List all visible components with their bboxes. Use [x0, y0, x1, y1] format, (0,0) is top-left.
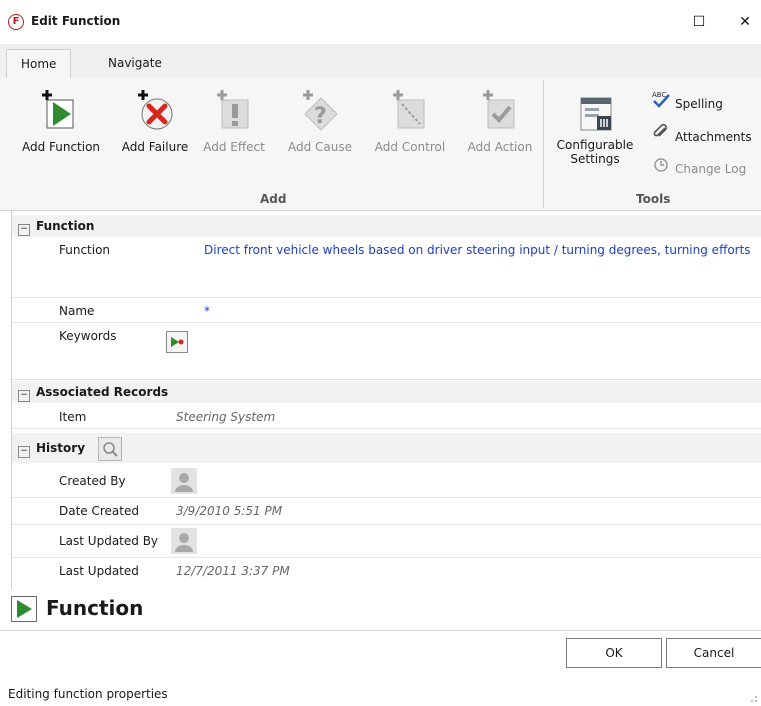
add-action-label: Add Action — [467, 140, 533, 154]
function-section-title: Function — [36, 219, 95, 233]
ribbon-tabs: Home Navigate — [0, 44, 761, 79]
configurable-settings-icon — [575, 88, 615, 132]
history-section-header[interactable]: − History — [12, 433, 761, 463]
add-control-button[interactable]: Add Control — [366, 88, 454, 154]
configurable-settings-button[interactable]: Configurable Settings — [550, 88, 640, 166]
name-row[interactable]: Name * — [12, 298, 761, 323]
add-cause-label: Add Cause — [287, 140, 353, 154]
tools-group-label: Tools — [636, 192, 671, 206]
item-label: Item — [59, 410, 87, 424]
window-title: Edit Function — [31, 14, 121, 28]
history-section-title: History — [36, 441, 86, 455]
ribbon: Add Function Add Failure Add Effect ? Ad… — [0, 78, 761, 211]
paperclip-icon — [651, 123, 671, 149]
function-label: Function — [59, 243, 111, 257]
name-value[interactable]: * — [204, 304, 210, 318]
add-function-label: Add Function — [21, 140, 101, 154]
name-label: Name — [59, 304, 95, 318]
resize-grip-icon[interactable] — [748, 693, 758, 703]
svg-text:?: ? — [314, 104, 327, 129]
last-updated-by-label: Last Updated By — [59, 534, 159, 548]
configurable-label-line2: Settings — [570, 152, 620, 166]
title-bar: F Edit Function ☐ ✕ — [0, 0, 761, 44]
last-updated-by-avatar — [171, 528, 197, 554]
spelling-icon: ABC — [651, 90, 671, 116]
add-cause-button[interactable]: ? Add Cause — [280, 88, 360, 154]
created-by-row[interactable]: Created By — [12, 465, 761, 498]
associated-section-title: Associated Records — [36, 385, 169, 399]
attachments-button[interactable]: Attachments — [651, 123, 752, 147]
change-log-button[interactable]: Change Log — [651, 157, 746, 181]
last-updated-by-row[interactable]: Last Updated By — [12, 525, 761, 558]
property-grid: − Function Function Direct front vehicle … — [11, 211, 761, 589]
svg-text:ABC: ABC — [652, 91, 666, 99]
add-control-label: Add Control — [374, 140, 446, 154]
footer-divider — [0, 630, 761, 631]
tab-home[interactable]: Home — [6, 49, 72, 79]
tab-navigate[interactable]: Navigate — [94, 49, 176, 78]
date-created-value: 3/9/2010 5:51 PM — [176, 504, 283, 518]
add-cause-icon: ? — [300, 88, 340, 132]
status-text: Editing function properties — [8, 687, 168, 701]
add-effect-icon — [214, 88, 254, 132]
add-effect-label: Add Effect — [203, 140, 265, 154]
keywords-label: Keywords — [59, 329, 117, 343]
function-section-header[interactable]: − Function — [12, 215, 761, 237]
item-row[interactable]: Item Steering System — [12, 404, 761, 429]
keywords-row[interactable]: Keywords — [12, 323, 761, 380]
last-updated-label: Last Updated — [59, 564, 139, 578]
change-log-label: Change Log — [675, 162, 747, 176]
last-updated-row[interactable]: Last Updated 12/7/2011 3:37 PM — [12, 558, 761, 586]
add-group-label: Add — [260, 192, 287, 206]
configurable-label-line1: Configurable — [556, 138, 634, 152]
last-updated-value: 12/7/2011 3:37 PM — [176, 564, 290, 578]
item-value: Steering System — [176, 410, 276, 424]
function-play-icon — [11, 596, 37, 622]
collapse-icon[interactable]: − — [18, 224, 30, 236]
record-type-banner: Function — [11, 590, 761, 630]
date-created-row[interactable]: Date Created 3/9/2010 5:51 PM — [12, 498, 761, 525]
app-logo-icon: F — [8, 14, 24, 30]
keyword-tag-icon — [171, 337, 184, 347]
add-failure-label: Add Failure — [121, 140, 189, 154]
ribbon-separator — [543, 80, 544, 208]
function-value[interactable]: Direct front vehicle wheels based on dri… — [204, 243, 756, 258]
associated-records-section-header[interactable]: − Associated Records — [12, 381, 761, 403]
keywords-picker-button[interactable] — [166, 331, 188, 353]
function-row[interactable]: Function Direct front vehicle wheels bas… — [12, 237, 761, 298]
add-action-button[interactable]: Add Action — [460, 88, 540, 154]
cancel-button[interactable]: Cancel — [666, 638, 761, 668]
ok-button[interactable]: OK — [566, 638, 662, 668]
add-action-icon — [480, 88, 520, 132]
history-search-icon — [103, 442, 118, 457]
record-type-title: Function — [46, 596, 144, 620]
add-effect-button[interactable]: Add Effect — [194, 88, 274, 154]
collapse-icon[interactable]: − — [18, 446, 30, 458]
attachments-label: Attachments — [675, 130, 752, 144]
collapse-icon[interactable]: − — [18, 390, 30, 402]
add-control-icon — [390, 88, 430, 132]
add-failure-button[interactable]: Add Failure — [116, 88, 194, 154]
add-function-icon — [41, 88, 81, 132]
created-by-avatar — [171, 468, 197, 494]
close-button[interactable]: ✕ — [730, 10, 760, 34]
user-avatar-icon — [175, 473, 193, 492]
date-created-label: Date Created — [59, 504, 139, 518]
maximize-button[interactable]: ☐ — [684, 10, 714, 34]
add-function-button[interactable]: Add Function — [14, 88, 108, 154]
change-log-icon — [651, 157, 671, 181]
history-details-button[interactable] — [98, 437, 122, 461]
add-failure-icon — [135, 88, 175, 132]
spelling-button[interactable]: ABC Spelling — [651, 90, 723, 114]
user-avatar-icon — [175, 533, 193, 552]
spelling-label: Spelling — [675, 97, 723, 111]
created-by-label: Created By — [59, 474, 126, 488]
